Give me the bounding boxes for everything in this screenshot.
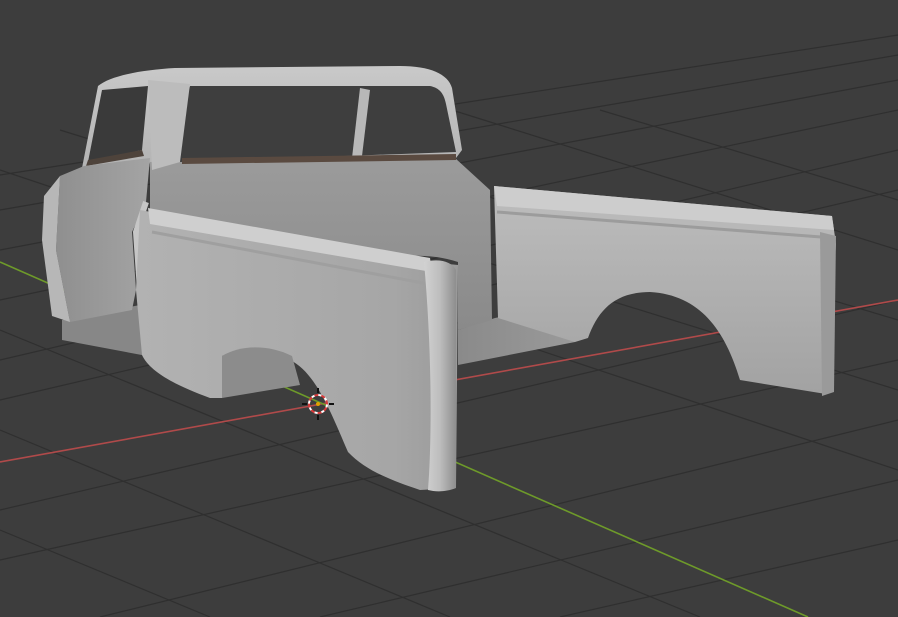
truck-model[interactable]: [42, 66, 836, 492]
near-wheel-arch-inner: [222, 347, 300, 398]
viewport-canvas[interactable]: [0, 0, 898, 617]
3d-viewport[interactable]: [0, 0, 898, 617]
cab-rear-window: [180, 86, 456, 162]
bed-far-side-edge: [820, 232, 836, 396]
